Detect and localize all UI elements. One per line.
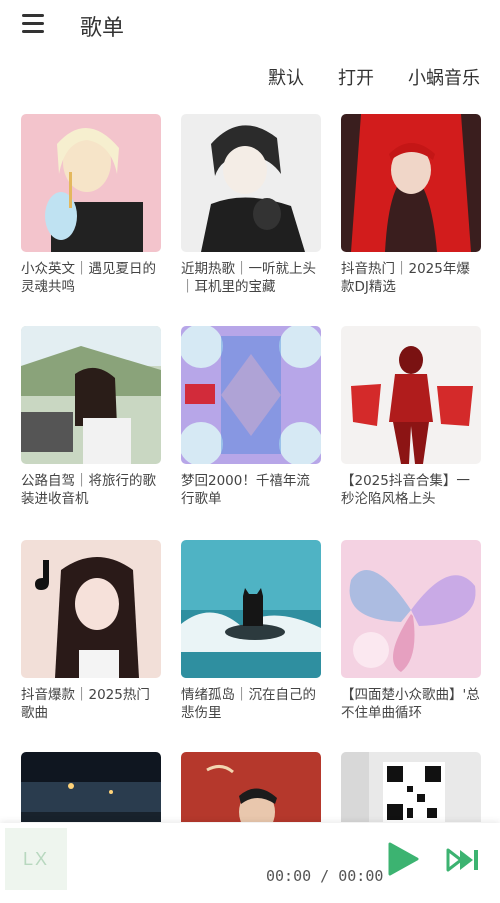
playlist-card[interactable]: 梦回2000！千禧年流行歌单 (181, 326, 321, 508)
playlist-cover (21, 114, 161, 252)
now-playing-cover[interactable]: LX (5, 828, 67, 890)
playlist-card[interactable] (21, 752, 161, 822)
playlist-grid: 小众英文｜遇见夏日的灵魂共鸣 近期热歌｜一听就上头｜耳机里的宝藏 抖音热门｜20… (21, 114, 481, 822)
playlist-cover (181, 540, 321, 678)
playlist-card[interactable]: 抖音爆款｜2025热门歌曲 (21, 540, 161, 722)
source-tab-default[interactable]: 默认 (268, 64, 304, 92)
playlist-card[interactable]: 抖音热门｜2025年爆款DJ精选 (341, 114, 481, 296)
top-bar: 歌单 (0, 0, 500, 52)
playlist-card[interactable]: 【四面楚小众歌曲】'总不住单曲循环 (341, 540, 481, 722)
playlist-cover (341, 326, 481, 464)
playlist-cover (181, 326, 321, 464)
player-bar: LX 00:00 / 00:00 (0, 823, 500, 903)
source-tabs: 默认 打开 小蜗音乐 (268, 64, 480, 92)
source-tab-xiaowo[interactable]: 小蜗音乐 (408, 64, 480, 92)
next-track-icon[interactable] (445, 847, 481, 873)
playlist-title: 抖音爆款｜2025热门歌曲 (21, 687, 150, 721)
playlist-card[interactable]: 小众英文｜遇见夏日的灵魂共鸣 (21, 114, 161, 296)
playlist-cover (341, 114, 481, 252)
playlist-card[interactable]: 【2025抖音合集】一秒沦陷风格上头 (341, 326, 481, 508)
playlist-card[interactable]: 近期热歌｜一听就上头｜耳机里的宝藏 (181, 114, 321, 296)
playlist-card[interactable] (341, 752, 481, 822)
playlist-cover (21, 540, 161, 678)
playlist-title: 情绪孤岛｜沉在自己的悲伤里 (181, 687, 316, 721)
playlist-card[interactable]: 公路自驾｜将旅行的歌装进收音机 (21, 326, 161, 508)
play-icon[interactable] (386, 841, 420, 877)
playlist-cover (341, 540, 481, 678)
playlist-title: 【四面楚小众歌曲】'总不住单曲循环 (341, 687, 480, 721)
source-tab-open[interactable]: 打开 (338, 64, 374, 92)
playlist-cover (181, 114, 321, 252)
playlist-title: 小众英文｜遇见夏日的灵魂共鸣 (21, 261, 156, 295)
playlist-title: 抖音热门｜2025年爆款DJ精选 (341, 261, 470, 295)
playlist-title: 【2025抖音合集】一秒沦陷风格上头 (341, 473, 470, 507)
playlist-card[interactable] (181, 752, 321, 822)
playlist-cover (181, 752, 321, 822)
page-title: 歌单 (80, 16, 125, 41)
playlist-title: 梦回2000！千禧年流行歌单 (181, 473, 310, 507)
playlist-title: 近期热歌｜一听就上头｜耳机里的宝藏 (181, 261, 316, 295)
playlist-cover (21, 326, 161, 464)
playback-time: 00:00 / 00:00 (266, 867, 384, 885)
playlist-cover (21, 752, 161, 822)
playlist-card[interactable]: 情绪孤岛｜沉在自己的悲伤里 (181, 540, 321, 722)
playlist-title: 公路自驾｜将旅行的歌装进收音机 (21, 473, 156, 507)
menu-icon[interactable] (20, 12, 48, 36)
playlist-cover (341, 752, 481, 822)
